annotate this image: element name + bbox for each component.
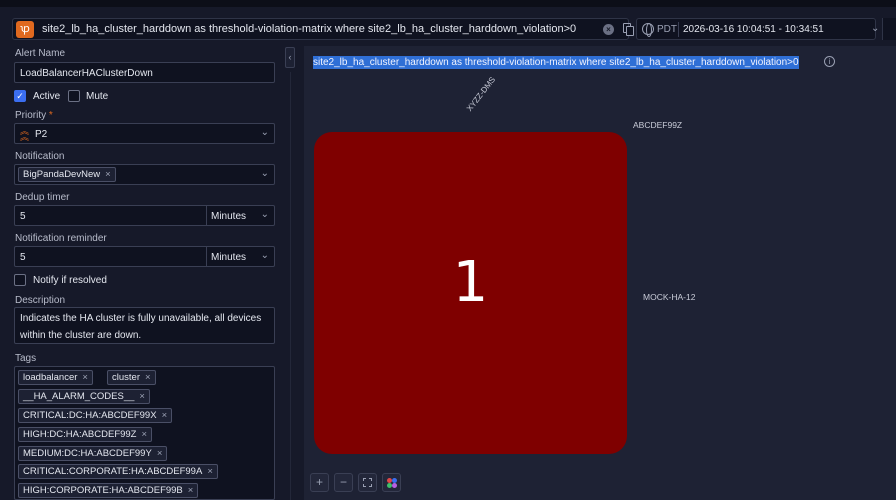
alert-form-panel: Alert Name LoadBalancerHAClusterDown ✓ A… [0, 46, 283, 500]
copy-query-icon[interactable] [623, 23, 635, 36]
chevron-down-icon: ⌄ [871, 23, 880, 34]
row-label-mid: MOCK-HA-12 [643, 292, 696, 302]
priority-label-text: Priority [15, 110, 47, 121]
clear-query-icon[interactable]: × [603, 24, 614, 35]
top-strip [0, 0, 896, 7]
reminder-input[interactable]: 5 Minutes ⌄ [14, 246, 275, 267]
chevron-down-icon: ⌄ [260, 168, 269, 179]
collapse-panel-button[interactable]: ‹ [285, 47, 295, 68]
tag-label: CRITICAL:DC:HA:ABCDEF99X [23, 410, 157, 421]
fit-view-button[interactable] [358, 473, 377, 492]
notification-chip-label: BigPandaDevNew [23, 169, 101, 180]
priority-chevrons-icon: ︽ ︽ [20, 126, 30, 142]
reminder-label: Notification reminder [15, 233, 107, 244]
remove-tag-icon[interactable]: × [157, 448, 163, 459]
color-legend-button[interactable] [382, 473, 401, 492]
alert-name-label: Alert Name [15, 48, 66, 59]
chevron-down-icon: ⌄ [260, 209, 269, 220]
reminder-value: 5 [20, 252, 26, 263]
notify-resolved-label: Notify if resolved [33, 275, 107, 286]
matrix-cell[interactable]: 1 [314, 132, 627, 454]
reminder-unit-select[interactable]: Minutes [211, 252, 246, 263]
chevron-down-icon: ⌄ [260, 127, 269, 138]
palette-icon [387, 478, 397, 488]
matrix-title[interactable]: site2_lb_ha_cluster_harddown as threshol… [313, 56, 799, 69]
dedup-input[interactable]: 5 Minutes ⌄ [14, 205, 275, 226]
panel-divider [290, 72, 291, 500]
dedup-unit-select[interactable]: Minutes [211, 211, 246, 222]
priority-value: P2 [35, 129, 48, 140]
time-range-picker[interactable]: PDT 2026-03-16 10:04:51 - 10:34:51 ⌄ [636, 18, 880, 40]
chevron-down-icon: ⌄ [260, 250, 269, 261]
alert-name-value: LoadBalancerHAClusterDown [20, 68, 153, 79]
unit-divider [206, 206, 207, 225]
description-textarea[interactable]: Indicates the HA cluster is fully unavai… [14, 307, 275, 344]
remove-tag-icon[interactable]: × [188, 485, 194, 496]
description-label: Description [15, 295, 66, 306]
tag-chip[interactable]: MEDIUM:DC:HA:ABCDEF99Y × [18, 446, 168, 461]
priority-label: Priority * [15, 110, 53, 121]
tag-label: __HA_ALARM_CODES__ [23, 391, 135, 402]
zoom-in-button[interactable]: + [310, 473, 329, 492]
tag-label: CRITICAL:CORPORATE:HA:ABCDEF99A [23, 466, 203, 477]
tag-chip[interactable]: CRITICAL:CORPORATE:HA:ABCDEF99A × [18, 464, 218, 479]
remove-tag-icon[interactable]: × [142, 429, 148, 440]
tag-chip[interactable]: HIGH:CORPORATE:HA:ABCDEF99B × [18, 483, 199, 498]
tag-label: loadbalancer [23, 372, 78, 383]
query-bar[interactable]: ꝕ site2_lb_ha_cluster_harddown as thresh… [12, 18, 634, 40]
alert-name-input[interactable]: LoadBalancerHAClusterDown [14, 62, 275, 83]
notification-select[interactable]: BigPandaDevNew × ⌄ [14, 164, 275, 185]
tag-label: HIGH:CORPORATE:HA:ABCDEF99B [23, 485, 183, 496]
tag-label: MEDIUM:DC:HA:ABCDEF99Y [23, 448, 152, 459]
tag-chip[interactable]: loadbalancer × [18, 370, 93, 385]
dedup-label: Dedup timer [15, 192, 70, 203]
zoom-out-button[interactable]: − [334, 473, 353, 492]
tags-input[interactable]: loadbalancer × cluster × __HA_ALARM_CODES_… [14, 366, 275, 500]
tag-chip[interactable]: CRITICAL:DC:HA:ABCDEF99X × [18, 408, 173, 423]
alert-editor-app: ꝕ site2_lb_ha_cluster_harddown as thresh… [0, 0, 896, 500]
time-range-value: 2026-03-16 10:04:51 - 10:34:51 [683, 24, 824, 35]
query-text[interactable]: site2_lb_ha_cluster_harddown as threshol… [42, 23, 576, 35]
dedup-value: 5 [20, 211, 26, 222]
tag-chip[interactable]: __HA_ALARM_CODES__ × [18, 389, 150, 404]
remove-tag-icon[interactable]: × [162, 410, 168, 421]
row-label-top: ABCDEF99Z [633, 120, 683, 130]
info-icon[interactable]: i [824, 56, 835, 67]
required-mark: * [48, 110, 53, 121]
fit-view-icon [363, 478, 372, 487]
time-divider [678, 22, 679, 37]
unit-divider [206, 247, 207, 266]
active-label: Active [33, 91, 61, 102]
remove-tag-icon[interactable]: × [145, 372, 151, 383]
tag-chip[interactable]: HIGH:DC:HA:ABCDEF99Z × [18, 427, 153, 442]
notification-label: Notification [15, 151, 65, 162]
tag-label: HIGH:DC:HA:ABCDEF99Z [23, 429, 137, 440]
remove-tag-icon[interactable]: × [82, 372, 88, 383]
tag-label: cluster [112, 372, 140, 383]
tag-chip[interactable]: cluster × [107, 370, 156, 385]
notify-resolved-checkbox[interactable] [14, 274, 26, 286]
remove-tag-icon[interactable]: × [139, 391, 145, 402]
active-checkbox[interactable]: ✓ [14, 90, 26, 102]
toolbar-edge [882, 18, 896, 40]
priority-select[interactable]: ︽ ︽ P2 ⌄ [14, 123, 275, 144]
query-logo-icon: ꝕ [16, 21, 34, 38]
mute-label: Mute [86, 91, 109, 102]
matrix-canvas: site2_lb_ha_cluster_harddown as threshol… [304, 46, 896, 500]
remove-chip-icon[interactable]: × [105, 169, 111, 180]
timezone-label: PDT [657, 24, 677, 35]
globe-icon [642, 23, 654, 37]
remove-tag-icon[interactable]: × [207, 466, 213, 477]
cell-value: 1 [452, 250, 489, 315]
tags-label: Tags [15, 353, 37, 364]
notification-chip[interactable]: BigPandaDevNew × [18, 167, 116, 182]
column-label: XYZZ-DMS [464, 75, 498, 113]
mute-checkbox[interactable] [68, 90, 80, 102]
